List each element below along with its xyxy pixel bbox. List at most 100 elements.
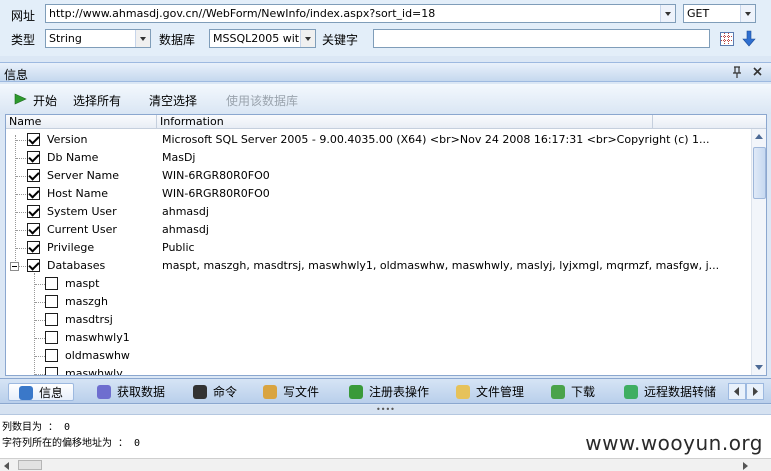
database-value: MSSQL2005 with I — [213, 32, 313, 45]
grid-vertical-scrollbar[interactable] — [751, 129, 766, 375]
database-row[interactable]: maszgh — [6, 293, 751, 311]
tab-write-file[interactable]: 写文件 — [253, 383, 331, 401]
database-checkbox[interactable] — [45, 313, 58, 326]
tree-connector — [35, 356, 45, 357]
tab-label: 下载 — [571, 385, 596, 399]
scroll-left-arrow[interactable] — [4, 462, 9, 470]
type-select[interactable]: String — [45, 29, 151, 48]
pin-icon[interactable] — [731, 65, 743, 82]
database-row[interactable]: masdtrsj — [6, 311, 751, 329]
tab-info[interactable]: 信息 — [8, 383, 74, 401]
url-value: http://www.ahmasdj.gov.cn//WebForm/NewIn… — [49, 7, 436, 20]
log-line: 字符列所在的偏移地址为 ： 0 — [2, 438, 141, 449]
url-label: 网址 — [11, 9, 36, 23]
write-file-icon — [263, 385, 277, 399]
column-header-information[interactable]: Information — [157, 115, 653, 129]
url-input[interactable]: http://www.ahmasdj.gov.cn//WebForm/NewIn… — [45, 4, 676, 23]
database-row[interactable]: maswhwly1 — [6, 329, 751, 347]
tab-scroll-buttons[interactable] — [728, 383, 764, 400]
database-checkbox[interactable] — [45, 295, 58, 308]
info-icon — [19, 386, 33, 400]
row-checkbox[interactable] — [27, 241, 40, 254]
table-row[interactable]: Host Name WIN-6RGR80R0FO0 — [6, 185, 751, 203]
remote-dump-icon — [624, 385, 638, 399]
start-button[interactable]: 开始 — [33, 92, 57, 109]
scroll-thumb[interactable] — [753, 147, 766, 199]
info-panel-header: 信息 — [0, 62, 771, 82]
arrow-down-icon[interactable] — [741, 30, 757, 47]
play-icon — [14, 93, 27, 108]
collapse-icon[interactable] — [10, 262, 19, 271]
row-checkbox[interactable] — [27, 133, 40, 146]
method-select[interactable]: GET — [683, 4, 756, 23]
database-checkbox[interactable] — [45, 277, 58, 290]
row-checkbox[interactable] — [27, 205, 40, 218]
database-checkbox[interactable] — [45, 331, 58, 344]
table-row[interactable]: Privilege Public — [6, 239, 751, 257]
row-information: ahmasdj — [162, 205, 209, 218]
database-checkbox[interactable] — [45, 349, 58, 362]
info-tree-grid: Name Information Version Microsoft SQL Se… — [5, 114, 767, 376]
select-all-button[interactable]: 选择所有 — [73, 92, 121, 109]
tab-scroll-arrows-icon[interactable] — [728, 383, 764, 400]
tree-connector — [35, 374, 45, 375]
table-row[interactable]: Databases maspt, maszgh, masdtrsj, maswhw… — [6, 257, 751, 275]
row-checkbox[interactable] — [27, 223, 40, 236]
tab-label: 远程数据转储 — [644, 385, 717, 399]
row-checkbox[interactable] — [27, 151, 40, 164]
log-output: 列数目为 ： 0 字符列所在的偏移地址为 ： 0 www.wooyun.org — [0, 414, 771, 458]
database-name: maswhwly1 — [65, 331, 130, 344]
row-checkbox[interactable] — [27, 259, 40, 272]
row-checkbox[interactable] — [27, 169, 40, 182]
column-header-name[interactable]: Name — [6, 115, 157, 129]
database-label: 数据库 — [159, 33, 196, 47]
clear-selection-button[interactable]: 清空选择 — [149, 92, 197, 109]
database-checkbox[interactable] — [45, 367, 58, 375]
tab-download[interactable]: 下载 — [541, 383, 603, 401]
keyword-label: 关键字 — [322, 33, 359, 47]
tab-label: 写文件 — [283, 385, 320, 399]
row-information: Microsoft SQL Server 2005 - 9.00.4035.00… — [162, 133, 710, 146]
row-information: maspt, maszgh, masdtrsj, maswhwly1, oldm… — [162, 259, 720, 272]
row-name: Databases — [47, 259, 106, 272]
scroll-up-arrow[interactable] — [755, 134, 763, 139]
table-row[interactable]: Current User ahmasdj — [6, 221, 751, 239]
url-dropdown-button[interactable] — [660, 5, 675, 22]
table-row[interactable]: Db Name MasDj — [6, 149, 751, 167]
database-dropdown-button[interactable] — [300, 30, 315, 47]
grid-header: Name Information — [6, 115, 766, 129]
tree-connector — [16, 230, 26, 231]
use-database-button[interactable]: 使用该数据库 — [226, 92, 298, 109]
close-icon[interactable] — [752, 66, 763, 80]
method-dropdown-button[interactable] — [740, 5, 755, 22]
database-row[interactable]: maspt — [6, 275, 751, 293]
type-dropdown-button[interactable] — [135, 30, 150, 47]
watermark: www.wooyun.org — [585, 431, 763, 455]
grid-picker-icon[interactable] — [719, 31, 735, 47]
table-row[interactable]: Version Microsoft SQL Server 2005 - 9.00.… — [6, 131, 751, 149]
scroll-right-arrow[interactable] — [743, 462, 748, 470]
tab-terminal[interactable]: 命令 — [183, 383, 245, 401]
scroll-down-arrow[interactable] — [755, 365, 763, 370]
table-row[interactable]: Server Name WIN-6RGR80R0FO0 — [6, 167, 751, 185]
info-toolbar: 开始 选择所有 清空选择 使用该数据库 — [0, 84, 771, 114]
tree-connector — [35, 284, 45, 285]
scroll-thumb[interactable] — [18, 460, 42, 470]
splitter-grip: •••• — [376, 405, 395, 414]
database-select[interactable]: MSSQL2005 with I — [209, 29, 316, 48]
row-information: ahmasdj — [162, 223, 209, 236]
keyword-input[interactable] — [373, 29, 710, 48]
tab-folder[interactable]: 文件管理 — [446, 383, 534, 401]
table-row[interactable]: System User ahmasdj — [6, 203, 751, 221]
tab-registry[interactable]: 注册表操作 — [339, 383, 437, 401]
database-row[interactable]: oldmaswhw — [6, 347, 751, 365]
database-row[interactable]: maswhwly — [6, 365, 751, 375]
row-name: Host Name — [47, 187, 108, 200]
tab-label: 信息 — [39, 386, 64, 400]
tab-remote-dump[interactable]: 远程数据转储 — [614, 383, 724, 401]
row-checkbox[interactable] — [27, 187, 40, 200]
tab-database[interactable]: 获取数据 — [87, 383, 173, 401]
log-line: 列数目为 ： 0 — [2, 422, 71, 433]
log-horizontal-scrollbar[interactable] — [0, 458, 771, 471]
panel-splitter[interactable]: •••• — [0, 405, 771, 414]
